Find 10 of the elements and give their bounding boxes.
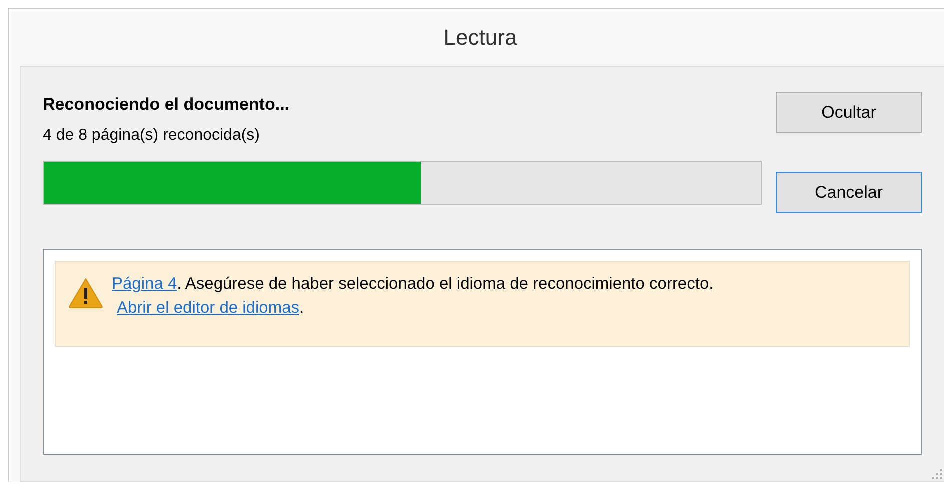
progress-detail: 4 de 8 página(s) reconocida(s) [43, 127, 262, 145]
cancel-button[interactable]: Cancelar [776, 172, 922, 213]
warning-message: Página 4. Asegúrese de haber seleccionado el idioma de reconocimiento correcto. Abrir el editor de idiomas. [112, 274, 714, 319]
window-title: Lectura [444, 24, 518, 50]
hide-button[interactable]: Ocultar [776, 92, 922, 133]
link[interactable]: Página 4 [112, 275, 178, 293]
warning-icon [68, 277, 104, 309]
link[interactable]: Abrir el editor de idiomas [117, 299, 300, 317]
status-heading: Reconociendo el documento... [43, 95, 291, 115]
resize-grip-icon[interactable] [932, 469, 942, 479]
